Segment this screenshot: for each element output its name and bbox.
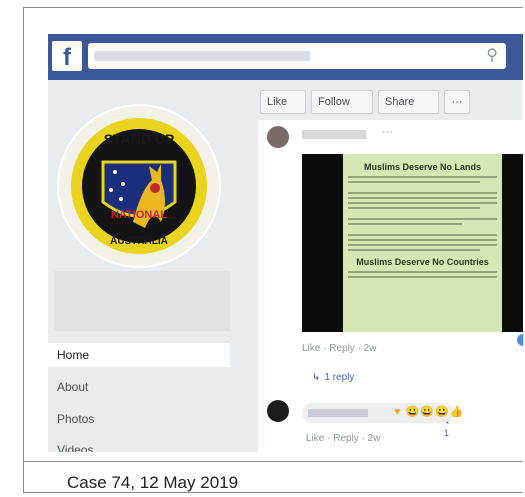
comment-author-redacted <box>308 409 368 417</box>
comment-actions[interactable]: Like · Reply · 2w <box>306 433 380 444</box>
post-actions[interactable]: Like · Reply · 2w <box>302 343 376 354</box>
stand-up-logo-icon: STAND UP NATIONAL AUSTRALIA <box>59 106 219 266</box>
post-avatar[interactable] <box>267 126 289 148</box>
facebook-logo-icon[interactable]: f <box>52 41 82 71</box>
figure-caption: Case 74, 12 May 2019 <box>67 473 239 492</box>
meme-text-line <box>348 271 497 273</box>
sidebar-item-photos[interactable]: Photos <box>48 407 230 431</box>
reply-count-label: 1 reply <box>324 372 355 383</box>
more-options-button[interactable]: ··· <box>444 90 470 114</box>
top-bar: f ⚲ <box>48 34 523 80</box>
page-profile-picture[interactable]: STAND UP NATIONAL AUSTRALIA <box>57 104 221 268</box>
like-page-button[interactable]: Like <box>260 90 306 114</box>
share-page-button[interactable]: Share <box>378 90 439 114</box>
post-card: ··· Muslims Deserve No Lands Muslims Des… <box>258 120 523 452</box>
figure-frame: f ⚲ STAND UP NATIONAL AUSTRALIA Home Abo… <box>23 7 523 493</box>
logo-text-top: STAND UP <box>104 131 175 147</box>
follow-page-button[interactable]: Follow <box>311 90 373 114</box>
caption-divider <box>24 461 523 462</box>
post-meta-separator: ··· <box>382 126 393 138</box>
sidebar-item-home[interactable]: Home <box>48 343 230 367</box>
meme-text-line <box>348 234 497 236</box>
reply-arrow-icon: ↳ <box>312 372 321 383</box>
sidebar-item-about[interactable]: About <box>48 375 230 399</box>
meme-text-line <box>348 176 497 178</box>
facebook-screenshot: f ⚲ STAND UP NATIONAL AUSTRALIA Home Abo… <box>48 34 523 452</box>
meme-text-line <box>348 192 497 194</box>
sidebar-placeholder-card <box>54 271 230 331</box>
meme-text-line <box>348 202 497 204</box>
search-icon[interactable]: ⚲ <box>486 45 498 65</box>
search-value-redacted <box>94 51 310 61</box>
comment-avatar[interactable] <box>267 400 289 422</box>
comment-reaction-badge[interactable]: ◔ 1 <box>444 418 454 438</box>
comment-bubble: ♥ 😀😀😀👍 ◔ 1 <box>302 403 463 438</box>
comment-emoji-text: ♥ 😀😀😀👍 <box>394 406 465 418</box>
logo-text-bottom: AUSTRALIA <box>110 236 168 247</box>
meme-text-line <box>348 244 497 246</box>
post-image[interactable]: Muslims Deserve No Lands Muslims Deserve… <box>302 154 523 332</box>
post-author-redacted <box>302 130 366 139</box>
view-replies-link[interactable]: ↳ 1 reply <box>312 372 354 383</box>
meme-text-panel: Muslims Deserve No Lands Muslims Deserve… <box>343 154 502 332</box>
meme-heading: Muslims Deserve No Lands <box>363 162 482 172</box>
search-input[interactable]: ⚲ <box>88 43 506 69</box>
meme-text-line <box>348 276 497 278</box>
meme-text-line <box>348 218 497 220</box>
sidebar-item-videos[interactable]: Videos <box>48 438 230 452</box>
meme-text-line <box>348 197 497 199</box>
edit-badge-icon[interactable] <box>515 332 523 348</box>
meme-text-line <box>348 239 497 241</box>
logo-text-middle: NATIONAL <box>111 209 167 221</box>
meme-footer-heading: Muslims Deserve No Countries <box>356 257 489 267</box>
